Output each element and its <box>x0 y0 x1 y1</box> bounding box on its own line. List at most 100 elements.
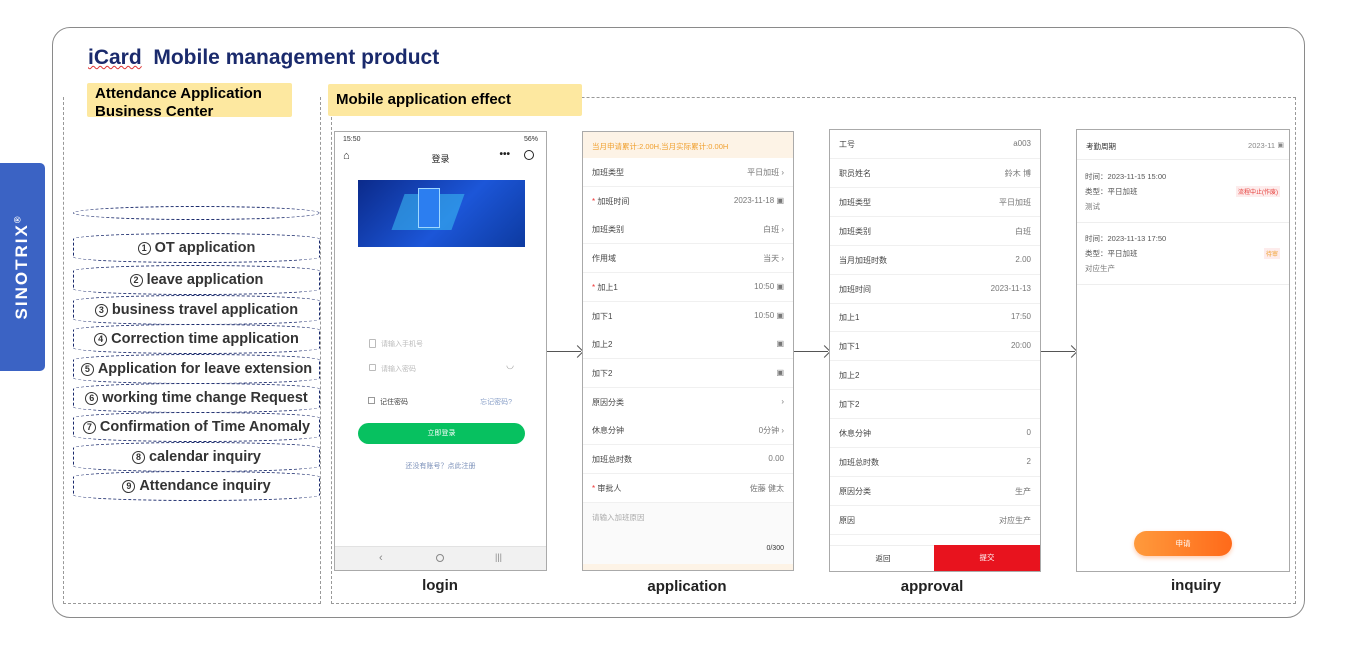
detail-label: 休息分钟 <box>839 429 871 438</box>
menu-item-label: Application for leave extension <box>97 361 313 377</box>
login-button[interactable]: 立即登录 <box>358 423 525 444</box>
row-action-icon: › <box>781 426 784 436</box>
detail-row: 加上1 17:50 <box>830 303 1040 333</box>
form-row-value: 2023-11-18 ▣ <box>733 195 784 205</box>
form-row[interactable]: 加班类别 白班 › <box>583 215 793 245</box>
menu-item-number: 3 <box>94 303 108 317</box>
record-item[interactable]: 时间：2023-11-13 17:50 类型：平日加班 对应生产 待审 <box>1077 223 1289 285</box>
menu-item-number: 4 <box>94 332 108 346</box>
arrow-1 <box>547 351 581 352</box>
detail-label: 加班类型 <box>839 197 871 207</box>
detail-value: 平日加班 <box>999 197 1031 207</box>
menu-item[interactable]: 6 working time change Request <box>73 383 320 413</box>
menu-cylinder-top <box>73 206 320 220</box>
arrow-3 <box>1041 351 1075 352</box>
home-nav-icon[interactable] <box>436 554 444 562</box>
form-row-value: 0分钟 › <box>758 426 784 436</box>
detail-label: 工号 <box>839 140 855 149</box>
record-type: 类型：平日加班 <box>1085 187 1138 196</box>
menu-item-label: Correction time application <box>111 331 299 347</box>
form-row-value: 白班 › <box>763 225 784 235</box>
password-input[interactable]: 请输入密码 <box>381 364 416 374</box>
caption-inquiry: inquiry <box>1170 577 1221 594</box>
form-row-value: 当天 › <box>763 254 784 264</box>
apply-button[interactable]: 申请 <box>1134 531 1232 556</box>
menu-item-label: working time change Request <box>102 390 308 406</box>
lock-icon <box>369 364 376 371</box>
register-link[interactable]: 还没有账号？点此注册 <box>335 461 546 471</box>
reason-textarea[interactable]: 请输入加班原因 <box>592 512 645 523</box>
summary-banner: 当月申请累计:2.00H,当月实际累计:0.00H <box>583 132 793 158</box>
detail-value: 生产 <box>1015 486 1031 496</box>
detail-row: 原因分类 生产 <box>830 477 1040 506</box>
menu-item[interactable]: 1 OT application <box>73 233 320 263</box>
record-type: 类型：平日加班 <box>1085 249 1138 258</box>
page-title: iCard Mobile management product <box>88 46 440 69</box>
phone-input[interactable]: 请输入手机号 <box>381 339 423 349</box>
form-row[interactable]: 加班类型 平日加班 › <box>583 158 793 187</box>
status-badge: 流程中止(作废) <box>1236 186 1280 197</box>
menu-item[interactable]: 4 Correction time application <box>73 324 320 354</box>
phone-icon <box>369 339 376 348</box>
record-item[interactable]: 时间：2023-11-15 15:00 类型：平日加班 测试 流程中止(作废) <box>1077 161 1289 223</box>
row-action-icon: ▣ <box>776 339 784 349</box>
detail-value: a003 <box>1013 139 1031 148</box>
menu-item[interactable]: 9 Attendance inquiry <box>73 471 320 501</box>
detail-row: 职员姓名 鈴木 博 <box>830 159 1040 188</box>
detail-value: 17:50 <box>1010 312 1031 322</box>
form-row-label: * 审批人 <box>592 483 622 493</box>
target-icon[interactable] <box>524 150 534 160</box>
detail-row: 加班类型 平日加班 <box>830 188 1040 217</box>
detail-row: 加下2 <box>830 390 1040 420</box>
menu-item[interactable]: 5 Application for leave extension <box>73 354 320 384</box>
form-row[interactable]: 作用域 当天 › <box>583 244 793 274</box>
form-row[interactable]: 休息分钟 0分钟 › <box>583 416 793 446</box>
menu-item-number: 6 <box>85 391 99 405</box>
detail-row: 工号 a003 <box>830 130 1040 159</box>
form-row[interactable]: * 加上1 10:50 ▣ <box>583 272 793 302</box>
form-row[interactable]: 原因分类 › <box>583 387 793 417</box>
remember-checkbox[interactable] <box>368 397 375 404</box>
back-button[interactable]: 返回 <box>830 545 936 571</box>
menu-item[interactable]: 2 leave application <box>73 265 320 295</box>
form-row[interactable]: * 审批人 佐藤 健太 <box>583 473 793 503</box>
menu-item[interactable]: 8 calendar inquiry <box>73 442 320 472</box>
record-time: 时间：2023-11-15 15:00 <box>1085 172 1167 181</box>
detail-label: 加下2 <box>839 400 860 410</box>
record-note: 对应生产 <box>1085 264 1115 273</box>
form-row-value: 10:50 ▣ <box>754 281 784 291</box>
period-value[interactable]: 2023-11 <box>1248 141 1275 150</box>
form-row-value: ▣ <box>776 368 784 377</box>
menu-item[interactable]: 3 business travel application <box>73 295 320 325</box>
menu-item-number: 2 <box>129 273 143 287</box>
inquiry-screen: 考勤周期 2023-11 ▣ 时间：2023-11-15 15:00 类型：平日加… <box>1076 129 1290 572</box>
form-row[interactable]: 加上2 ▣ <box>583 330 793 360</box>
detail-value: 对应生产 <box>999 515 1031 525</box>
form-row[interactable]: 加班总时数 0.00 <box>583 445 793 474</box>
form-row[interactable]: * 加班时间 2023-11-18 ▣ <box>583 186 793 216</box>
detail-value: 2023-11-13 <box>990 283 1031 293</box>
form-row[interactable]: 加下1 10:50 ▣ <box>583 301 793 331</box>
submit-button[interactable]: 提交 <box>934 545 1040 571</box>
form-row[interactable]: 加下2 ▣ <box>583 358 793 388</box>
back-nav-icon[interactable]: ‹ <box>379 552 383 564</box>
forgot-link[interactable]: 忘记密码? <box>480 397 512 407</box>
form-row-value: 佐藤 健太 <box>749 483 784 493</box>
detail-row: 加班时间 2023-11-13 <box>830 275 1040 304</box>
eye-icon[interactable]: ◡ <box>506 360 514 371</box>
menu-item-label: Confirmation of Time Anomaly <box>99 419 311 435</box>
detail-label: 职员姓名 <box>839 168 871 178</box>
detail-row: 休息分钟 0 <box>830 419 1040 448</box>
bottom-bar <box>583 564 793 570</box>
more-icon[interactable]: ••• <box>499 149 510 160</box>
recents-nav-icon[interactable]: ||| <box>495 552 502 562</box>
status-badge: 待审 <box>1263 248 1280 259</box>
login-title: 登录 <box>431 154 450 164</box>
form-row-label: 作用域 <box>592 254 616 264</box>
menu-item-number: 1 <box>137 241 151 255</box>
menu-item[interactable]: 7 Confirmation of Time Anomaly <box>73 412 320 442</box>
menu-item-number: 9 <box>122 479 136 493</box>
menu-item-label: business travel application <box>111 302 299 318</box>
record-note: 测试 <box>1085 202 1100 211</box>
calendar-icon[interactable]: ▣ <box>1277 141 1284 149</box>
